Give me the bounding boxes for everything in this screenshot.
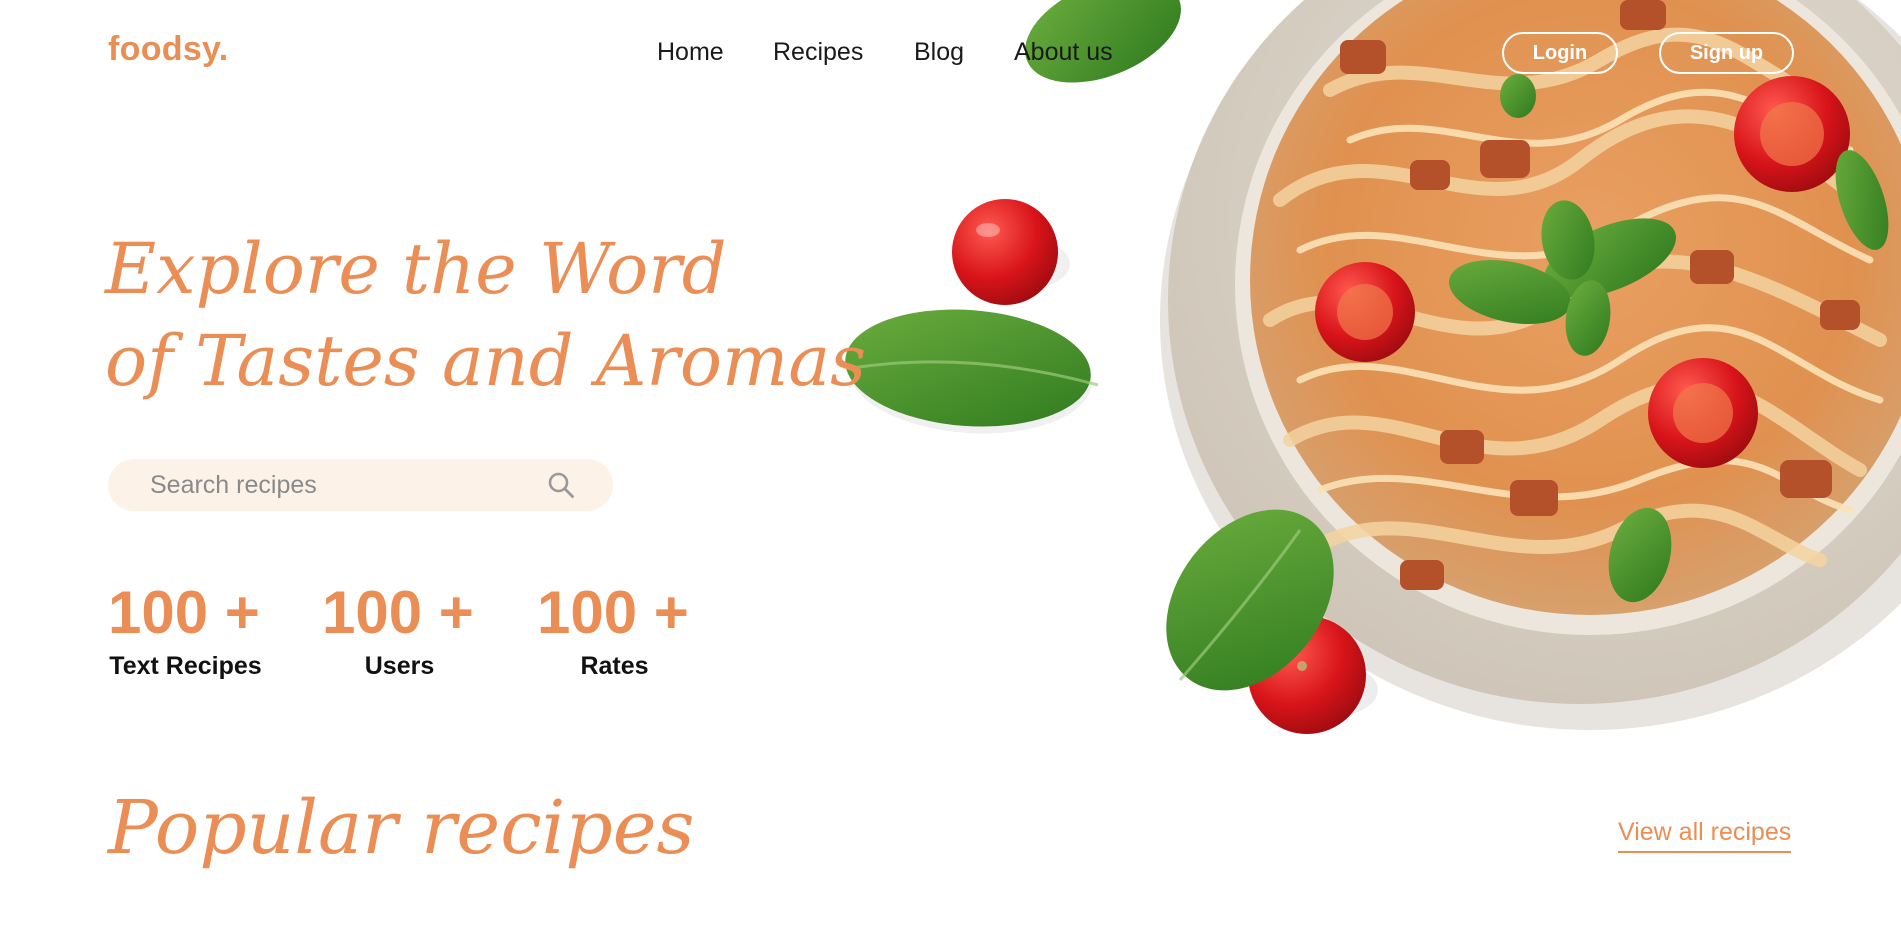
stat-label-users: Users	[364, 652, 435, 680]
nav-blog[interactable]: Blog	[914, 38, 964, 67]
view-all-recipes-link[interactable]: View all recipes	[1618, 818, 1792, 853]
nav-recipes[interactable]: Recipes	[773, 38, 863, 67]
popular-recipes-title: Popular recipes	[108, 785, 695, 871]
stat-value-users: 100 +	[322, 579, 474, 646]
nav-home[interactable]: Home	[657, 38, 724, 67]
stat-label-recipes: Text Recipes	[109, 652, 262, 680]
stat-value-recipes: 100 +	[108, 579, 260, 646]
stat-label-rates: Rates	[580, 652, 649, 680]
hero-title-line-2: of Tastes and Aromas	[105, 320, 867, 402]
search-input[interactable]: Search recipes	[108, 459, 613, 511]
login-button[interactable]: Login	[1502, 32, 1618, 74]
search-icon[interactable]	[547, 471, 575, 499]
logo[interactable]: foodsy.	[108, 30, 228, 69]
search-placeholder: Search recipes	[150, 470, 317, 499]
hero-title-line-1: Explore the Word	[105, 228, 727, 310]
stat-value-rates: 100 +	[537, 579, 689, 646]
nav-about-us[interactable]: About us	[1014, 38, 1113, 67]
signup-button[interactable]: Sign up	[1659, 32, 1794, 74]
